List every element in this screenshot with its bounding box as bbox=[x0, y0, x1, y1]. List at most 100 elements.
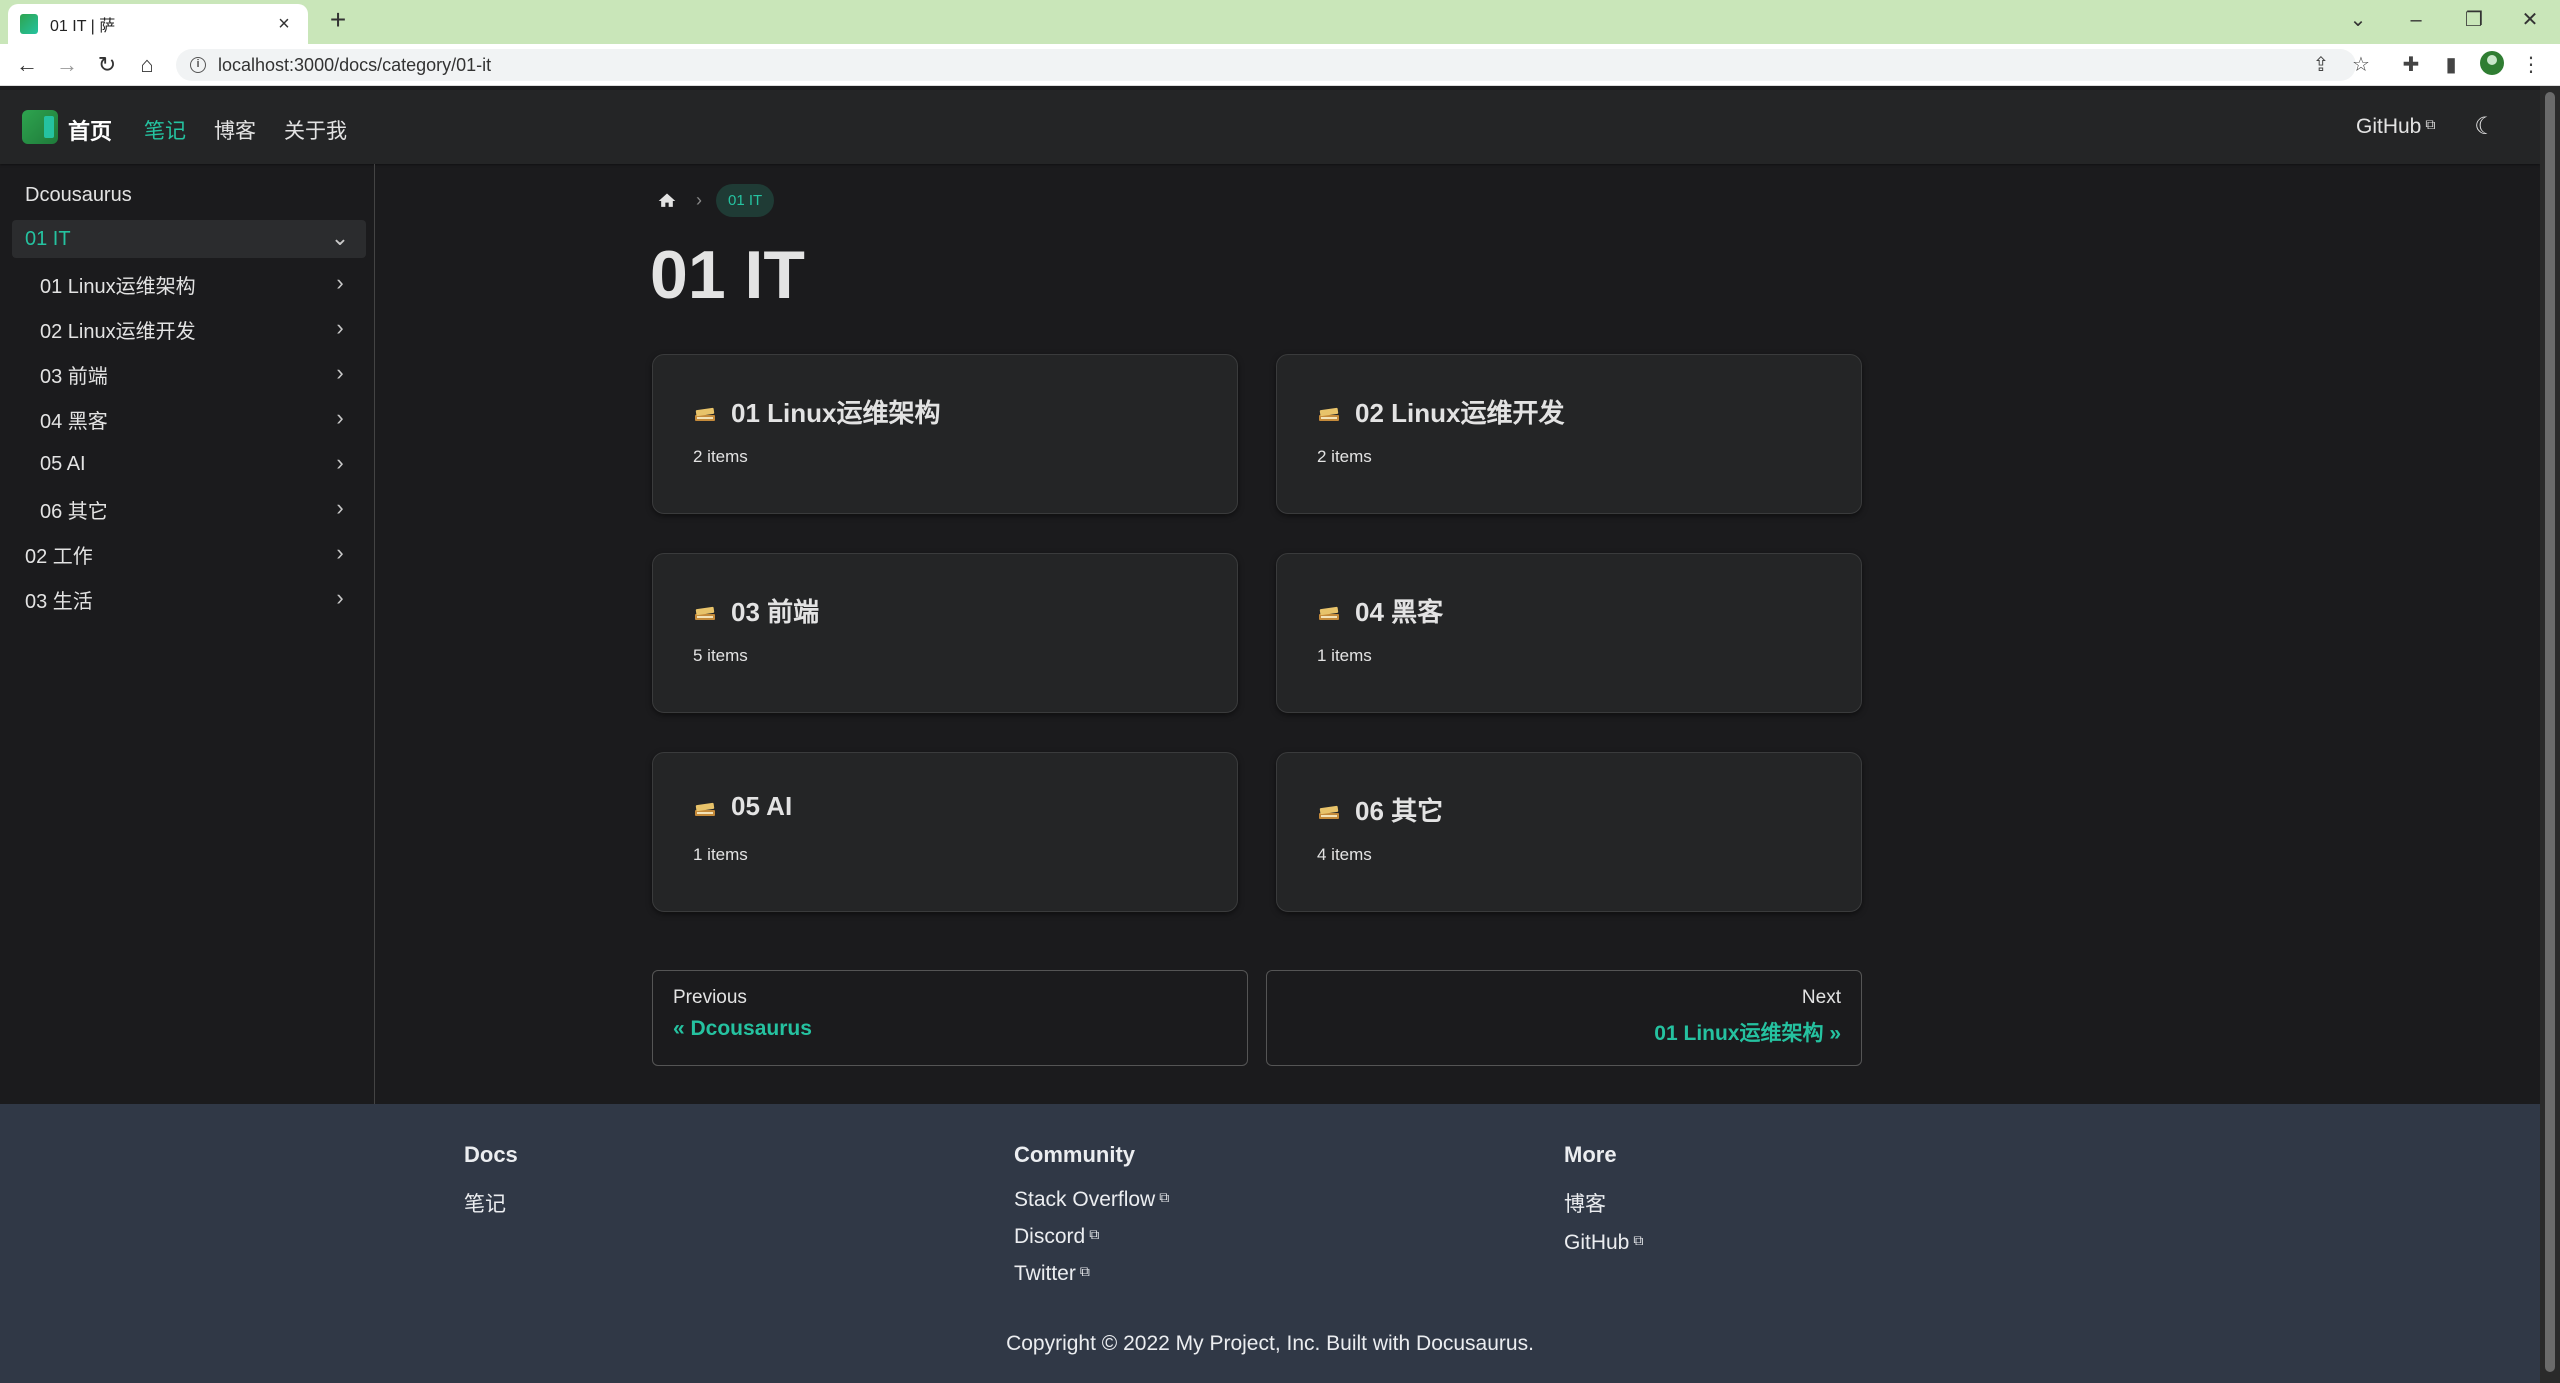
sidebar-item-linux-dev[interactable]: 02 Linux运维开发 › bbox=[12, 310, 366, 348]
dark-mode-toggle-icon[interactable]: ☾ bbox=[2470, 112, 2500, 142]
sidebar-item-label: 02 工作 bbox=[25, 545, 93, 568]
sidebar-item-linux-arch[interactable]: 01 Linux运维架构 › bbox=[12, 265, 366, 303]
sidebar-item-frontend[interactable]: 03 前端 › bbox=[12, 355, 366, 393]
forward-arrow-icon[interactable]: → bbox=[52, 50, 82, 80]
chevron-right-icon[interactable]: › bbox=[328, 406, 352, 430]
external-link-icon: ⧉ bbox=[1089, 1226, 1100, 1242]
sidebar-item-01-it[interactable]: 01 IT ⌄ bbox=[12, 220, 366, 258]
breadcrumb: › 01 IT bbox=[652, 184, 775, 217]
bookmark-star-icon[interactable]: ☆ bbox=[2348, 52, 2374, 78]
home-icon[interactable]: ⌂ bbox=[132, 50, 162, 80]
pagination-previous[interactable]: Previous « Dcousaurus bbox=[652, 970, 1248, 1066]
breadcrumb-current: 01 IT bbox=[716, 184, 775, 217]
category-card[interactable]: 01 Linux运维架构 2 items bbox=[652, 354, 1238, 514]
restore-button[interactable]: ❐ bbox=[2454, 4, 2494, 36]
pagination-next[interactable]: Next 01 Linux运维架构 » bbox=[1266, 970, 1862, 1066]
card-title: 06 其它 bbox=[1355, 796, 1444, 826]
chevron-right-icon[interactable]: › bbox=[328, 496, 352, 520]
external-link-icon: ⧉ bbox=[1079, 1263, 1090, 1279]
footer-link-label: Twitter bbox=[1014, 1262, 1076, 1285]
scrollbar-thumb[interactable] bbox=[2545, 92, 2555, 1372]
sidebar-item-label: 03 前端 bbox=[40, 365, 108, 388]
footer-link-label: Stack Overflow bbox=[1014, 1188, 1156, 1211]
nav-github-label: GitHub bbox=[2356, 115, 2422, 138]
sidebar-item-label: 05 AI bbox=[40, 452, 86, 475]
nav-github-link[interactable]: GitHub ⧉ bbox=[2356, 115, 2435, 139]
sidebar-item-ai[interactable]: 05 AI › bbox=[12, 445, 366, 483]
sidebar-item-label: 06 其它 bbox=[40, 500, 108, 523]
chevron-right-icon[interactable]: › bbox=[328, 586, 352, 610]
card-title: 02 Linux运维开发 bbox=[1355, 398, 1565, 428]
books-icon bbox=[1317, 799, 1343, 821]
chevron-right-icon[interactable]: › bbox=[328, 271, 352, 295]
browser-menu-icon[interactable]: ⋮ bbox=[2518, 52, 2544, 78]
category-card[interactable]: 02 Linux运维开发 2 items bbox=[1276, 354, 1862, 514]
footer-link-twitter[interactable]: Twitter ⧉ bbox=[1014, 1262, 1169, 1286]
breadcrumb-home-icon[interactable] bbox=[652, 186, 682, 216]
page-scrollbar[interactable] bbox=[2540, 86, 2560, 1383]
footer-link-discord[interactable]: Discord ⧉ bbox=[1014, 1225, 1169, 1249]
category-card[interactable]: 04 黑客 1 items bbox=[1276, 553, 1862, 713]
sidebar-item-label: 01 IT bbox=[25, 227, 71, 250]
sidebar-item-label: Dcousaurus bbox=[25, 183, 132, 206]
sidebar-item-work[interactable]: 02 工作 › bbox=[12, 535, 366, 573]
nav-link-blog[interactable]: 博客 bbox=[214, 115, 256, 145]
back-arrow-icon[interactable]: ← bbox=[12, 50, 42, 80]
chevron-down-icon[interactable]: ⌄ bbox=[328, 226, 352, 250]
card-title: 01 Linux运维架构 bbox=[731, 398, 941, 428]
close-tab-icon[interactable]: × bbox=[272, 13, 296, 36]
pagination-next-title: 01 Linux运维架构 » bbox=[1654, 1022, 1841, 1045]
window-close-button[interactable]: ✕ bbox=[2510, 4, 2550, 36]
external-link-icon: ⧉ bbox=[1159, 1189, 1170, 1205]
sidebar-item-label: 03 生活 bbox=[25, 590, 93, 613]
site-logo-icon[interactable] bbox=[22, 110, 58, 144]
card-title: 03 前端 bbox=[731, 597, 820, 627]
category-card[interactable]: 03 前端 5 items bbox=[652, 553, 1238, 713]
sidebar-item-dcousaurus[interactable]: Dcousaurus bbox=[12, 176, 366, 214]
nav-link-notes[interactable]: 笔记 bbox=[144, 115, 186, 145]
breadcrumb-separator-icon: › bbox=[696, 190, 702, 210]
share-icon[interactable]: ⇪ bbox=[2308, 52, 2334, 78]
chevron-right-icon[interactable]: › bbox=[328, 316, 352, 340]
site-footer: Docs 笔记 Community Stack Overflow ⧉ Discor… bbox=[0, 1104, 2540, 1383]
external-link-icon: ⧉ bbox=[1633, 1232, 1644, 1248]
footer-column-title: Community bbox=[1014, 1142, 1135, 1167]
site-info-icon[interactable]: i bbox=[190, 57, 206, 73]
address-bar[interactable]: i localhost:3000/docs/category/01-it bbox=[176, 49, 2356, 81]
profile-avatar[interactable] bbox=[2480, 51, 2504, 75]
side-panel-icon[interactable]: ▮ bbox=[2438, 52, 2464, 78]
pagination-next-label: Next bbox=[1801, 987, 1841, 1008]
tab-search-icon[interactable]: ⌄ bbox=[2338, 4, 2378, 36]
navbar-brand[interactable]: 首页 bbox=[68, 114, 112, 146]
sidebar-item-life[interactable]: 03 生活 › bbox=[12, 580, 366, 618]
sidebar-item-other[interactable]: 06 其它 › bbox=[12, 490, 366, 528]
footer-column-title: More bbox=[1564, 1142, 1617, 1167]
chevron-right-icon[interactable]: › bbox=[328, 361, 352, 385]
footer-link-notes[interactable]: 笔记 bbox=[464, 1188, 518, 1218]
site-favicon-icon bbox=[20, 14, 38, 34]
sidebar-item-hacker[interactable]: 04 黑客 › bbox=[12, 400, 366, 438]
category-card[interactable]: 06 其它 4 items bbox=[1276, 752, 1862, 912]
footer-link-label: GitHub bbox=[1564, 1231, 1630, 1254]
extensions-icon[interactable]: ✚ bbox=[2398, 52, 2424, 78]
chevron-right-icon[interactable]: › bbox=[328, 541, 352, 565]
address-url[interactable]: localhost:3000/docs/category/01-it bbox=[218, 55, 491, 76]
browser-toolbar: ← → ↻ ⌂ i localhost:3000/docs/category/0… bbox=[0, 44, 2560, 86]
chevron-right-icon[interactable]: › bbox=[328, 451, 352, 475]
category-card[interactable]: 05 AI 1 items bbox=[652, 752, 1238, 912]
footer-link-github[interactable]: GitHub ⧉ bbox=[1564, 1231, 1643, 1255]
reload-icon[interactable]: ↻ bbox=[92, 50, 122, 80]
new-tab-button[interactable]: + bbox=[324, 6, 352, 34]
sidebar-item-label: 04 黑客 bbox=[40, 410, 108, 433]
footer-link-stackoverflow[interactable]: Stack Overflow ⧉ bbox=[1014, 1188, 1169, 1212]
books-icon bbox=[693, 796, 719, 818]
docs-sidebar: Dcousaurus 01 IT ⌄ 01 Linux运维架构 › 02 Linux… bbox=[0, 164, 375, 1104]
footer-link-blog[interactable]: 博客 bbox=[1564, 1188, 1643, 1218]
card-item-count: 2 items bbox=[1317, 447, 1372, 466]
sidebar-item-label: 02 Linux运维开发 bbox=[40, 320, 196, 343]
card-item-count: 1 items bbox=[693, 845, 748, 864]
books-icon bbox=[693, 600, 719, 622]
nav-link-about[interactable]: 关于我 bbox=[284, 115, 347, 145]
browser-tab[interactable]: 01 IT | 萨 × bbox=[8, 4, 308, 44]
minimize-button[interactable]: – bbox=[2396, 4, 2436, 36]
